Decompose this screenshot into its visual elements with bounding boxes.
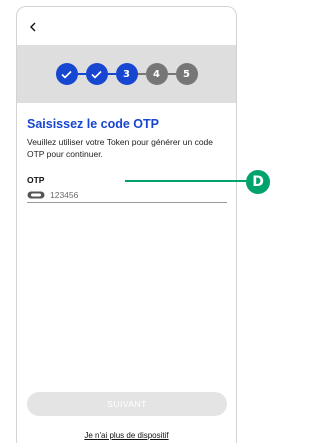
callout-line (125, 180, 248, 182)
page-title: Saisissez le code OTP (27, 117, 160, 131)
submit-button[interactable]: SUIVANT (27, 392, 227, 416)
no-device-link[interactable]: Je n'ai plus de dispositif (17, 431, 236, 440)
back-button[interactable] (25, 19, 41, 35)
step-connector (107, 73, 116, 75)
step-connector (167, 73, 176, 75)
step-connector (77, 73, 86, 75)
step-2 (85, 63, 108, 85)
callout-badge: D (246, 170, 270, 194)
step-connector (137, 73, 146, 75)
checkmark-icon (61, 70, 72, 79)
otp-input[interactable] (50, 189, 210, 200)
chevron-left-icon (30, 22, 36, 32)
step-5: 5 (175, 63, 198, 85)
top-bar (17, 7, 236, 40)
step-4: 4 (145, 63, 168, 85)
step-1 (55, 63, 78, 85)
token-icon (27, 190, 45, 200)
step-3: 3 (115, 63, 138, 85)
phone-screen: 3 4 5 Saisissez le code OTP Veuillez uti… (16, 6, 237, 443)
otp-label: OTP (27, 175, 45, 185)
otp-field[interactable] (27, 187, 227, 203)
instructions-text: Veuillez utiliser votre Token pour génér… (27, 137, 214, 159)
progress-stepper: 3 4 5 (17, 45, 236, 103)
checkmark-icon (91, 70, 102, 79)
